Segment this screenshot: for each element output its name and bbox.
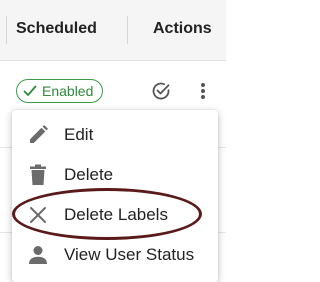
person-icon [26, 243, 50, 267]
check-icon [23, 85, 37, 97]
menu-item-edit[interactable]: Edit [12, 115, 218, 155]
status-badge: Enabled [16, 79, 104, 103]
column-separator [127, 16, 128, 44]
column-header-scheduled[interactable]: Scheduled [16, 20, 97, 38]
check-circle-icon[interactable] [150, 80, 172, 102]
actions-menu: Edit Delete Delete Labels View User Stat… [12, 110, 218, 282]
menu-item-delete-labels[interactable]: Delete Labels [12, 195, 218, 235]
screenshot-root: Scheduled Actions Enabled Edit Delete De… [0, 0, 226, 282]
column-separator [6, 16, 7, 44]
menu-item-label: Edit [64, 125, 94, 144]
menu-item-delete[interactable]: Delete [12, 155, 218, 195]
status-badge-label: Enabled [42, 83, 94, 99]
menu-item-view-user-status[interactable]: View User Status [12, 235, 218, 275]
trash-icon [26, 163, 50, 187]
table-header: Scheduled Actions [0, 0, 226, 61]
menu-item-label: Delete [64, 165, 114, 184]
more-vert-icon[interactable] [193, 80, 213, 102]
close-icon [26, 203, 50, 227]
menu-item-label: Delete Labels [64, 205, 168, 224]
menu-item-label: View User Status [64, 245, 195, 264]
column-header-actions[interactable]: Actions [153, 20, 212, 38]
pencil-icon [26, 123, 50, 147]
